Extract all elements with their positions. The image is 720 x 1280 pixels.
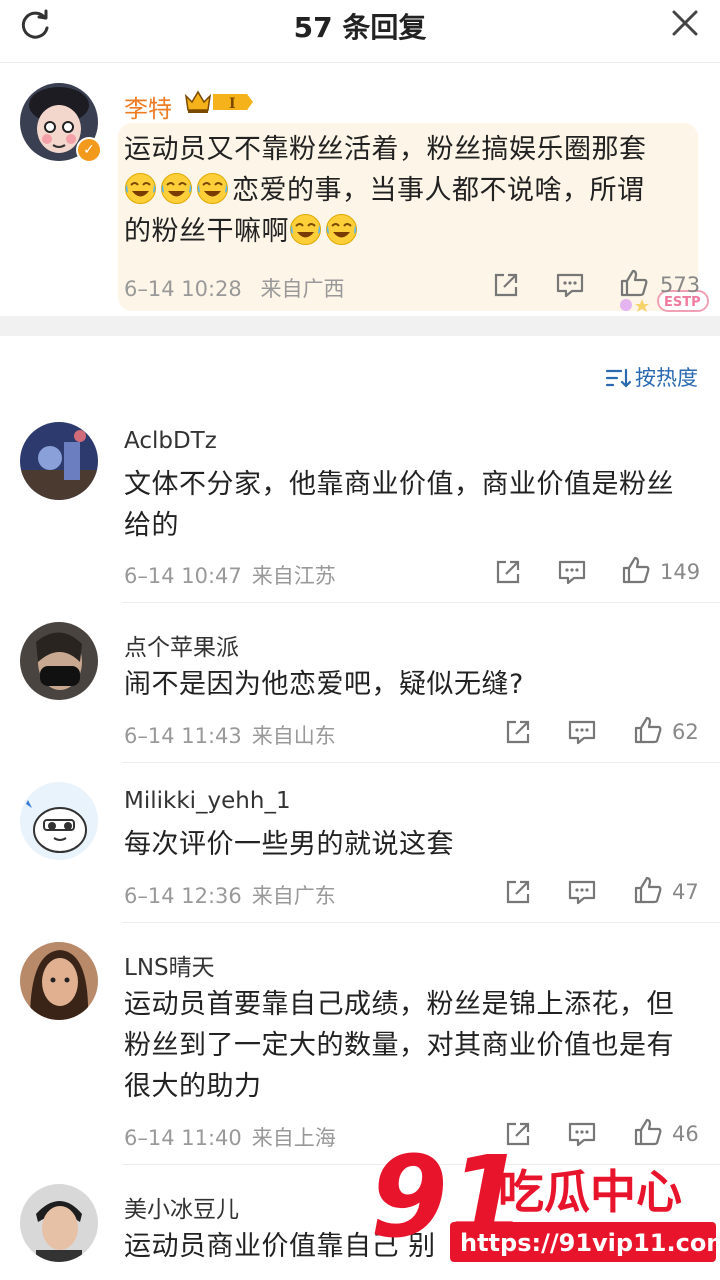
vip-crown-badge-icon: I bbox=[184, 90, 253, 113]
laugh-cry-emoji-icon bbox=[161, 173, 192, 204]
reply-location: 来自上海 bbox=[251, 1126, 336, 1150]
comment-text-line-1: 运动员又不靠粉丝活着，粉丝搞娱乐圈那套 bbox=[124, 134, 647, 165]
laugh-cry-emoji-icon bbox=[197, 173, 228, 204]
like-icon[interactable] bbox=[618, 267, 650, 299]
reply-text: 闹不是因为他恋爱吧，疑似无缝? bbox=[124, 669, 524, 700]
divider bbox=[122, 602, 720, 603]
reply-time: 6–14 11:43 bbox=[124, 724, 242, 748]
comment-text: 运动员又不靠粉丝活着，粉丝搞娱乐圈那套 恋爱的事，当事人都不说啥，所谓 的粉丝干… bbox=[124, 129, 684, 252]
reply-author[interactable]: 点个苹果派 bbox=[124, 628, 239, 662]
reply-item: AclbDTz 文体不分家，他靠商业价值，商业价值是粉丝给的 6–14 10:4… bbox=[0, 422, 720, 603]
comment-text-line-3: 的粉丝干嘛啊 bbox=[124, 216, 289, 247]
reply-location: 来自山东 bbox=[251, 724, 336, 748]
main-comment: ✓ 李特 I 运动员又不靠粉丝活着，粉丝搞娱乐圈那套 恋爱的事，当事人都不说啥，… bbox=[0, 63, 720, 315]
reply-author[interactable]: 美小冰豆儿 bbox=[124, 1190, 239, 1224]
reply-text: 运动员首要靠自己成绩，粉丝是锦上添花，但粉丝到了一定大的数量，对其商业价值也是有… bbox=[124, 989, 674, 1102]
sort-label: 按热度 bbox=[635, 366, 698, 390]
close-icon[interactable] bbox=[670, 8, 700, 38]
sort-icon bbox=[605, 368, 631, 388]
reply-author[interactable]: Milikki_yehh_1 bbox=[124, 788, 291, 814]
reply-author[interactable]: AclbDTz bbox=[124, 428, 217, 454]
share-icon[interactable] bbox=[490, 269, 522, 301]
comment-icon[interactable] bbox=[566, 876, 598, 908]
like-icon[interactable] bbox=[620, 554, 652, 586]
like-count: 149 bbox=[660, 560, 701, 584]
divider bbox=[122, 922, 720, 923]
reply-time: 6–14 10:47 bbox=[124, 564, 242, 588]
reply-meta: 6–14 10:47 来自江苏 bbox=[124, 560, 336, 590]
reply-item: Milikki_yehh_1 每次评价一些男的就说这套 6–14 12:36 来自… bbox=[0, 782, 720, 923]
reply-time: 6–14 12:36 bbox=[124, 884, 242, 908]
like-count: 573 bbox=[660, 273, 701, 297]
avatar[interactable] bbox=[20, 782, 98, 860]
reply-text: 每次评价一些男的就说这套 bbox=[124, 829, 454, 860]
reply-meta: 6–14 12:36 来自广东 bbox=[124, 880, 336, 910]
laugh-cry-emoji-icon bbox=[125, 173, 156, 204]
watermark-logo: 91 吃瓜中心 https://91vip11.com bbox=[370, 1133, 720, 1263]
section-divider bbox=[0, 316, 720, 336]
share-icon[interactable] bbox=[502, 716, 534, 748]
verified-badge-icon: ✓ bbox=[76, 137, 102, 163]
reply-author[interactable]: LNS晴天 bbox=[124, 948, 215, 982]
like-icon[interactable] bbox=[632, 874, 664, 906]
share-icon[interactable] bbox=[502, 876, 534, 908]
level-badge-text: I bbox=[229, 96, 236, 112]
divider bbox=[122, 762, 720, 763]
comment-meta: 6–14 10:28 来自广西 bbox=[124, 273, 344, 303]
author-name[interactable]: 李特 bbox=[124, 89, 172, 124]
reply-location: 来自江苏 bbox=[251, 564, 336, 588]
estp-label: ESTP bbox=[664, 295, 701, 310]
watermark-brand-text: 吃瓜中心 bbox=[498, 1165, 682, 1219]
like-count: 62 bbox=[672, 720, 699, 744]
like-count: 47 bbox=[672, 880, 699, 904]
comment-text-line-2: 恋爱的事，当事人都不说啥，所谓 bbox=[232, 175, 645, 206]
avatar[interactable] bbox=[20, 622, 98, 700]
avatar[interactable] bbox=[20, 942, 98, 1020]
watermark-url: https://91vip11.com bbox=[460, 1229, 720, 1257]
like-icon[interactable] bbox=[632, 714, 664, 746]
comment-time: 6–14 10:28 bbox=[124, 277, 242, 301]
comment-icon[interactable] bbox=[556, 556, 588, 588]
reply-location: 来自广东 bbox=[251, 884, 336, 908]
reply-item: 点个苹果派 闹不是因为他恋爱吧，疑似无缝? 6–14 11:43 来自山东 62 bbox=[0, 622, 720, 763]
avatar[interactable] bbox=[20, 1184, 98, 1262]
share-icon[interactable] bbox=[492, 556, 524, 588]
sort-toggle[interactable]: 按热度 bbox=[605, 362, 698, 392]
reply-time: 6–14 11:40 bbox=[124, 1126, 242, 1150]
reply-text: 文体不分家，他靠商业价值，商业价值是粉丝给的 bbox=[124, 469, 674, 541]
reply-meta: 6–14 11:40 来自上海 bbox=[124, 1122, 336, 1152]
comment-location: 来自广西 bbox=[260, 277, 345, 301]
reply-meta: 6–14 11:43 来自山东 bbox=[124, 720, 336, 750]
laugh-cry-emoji-icon bbox=[290, 214, 321, 245]
top-bar: 57 条回复 bbox=[0, 0, 720, 63]
laugh-cry-emoji-icon bbox=[326, 214, 357, 245]
page-title: 57 条回复 bbox=[293, 11, 427, 44]
comment-icon[interactable] bbox=[554, 269, 586, 301]
avatar[interactable] bbox=[20, 422, 98, 500]
comment-icon[interactable] bbox=[566, 716, 598, 748]
